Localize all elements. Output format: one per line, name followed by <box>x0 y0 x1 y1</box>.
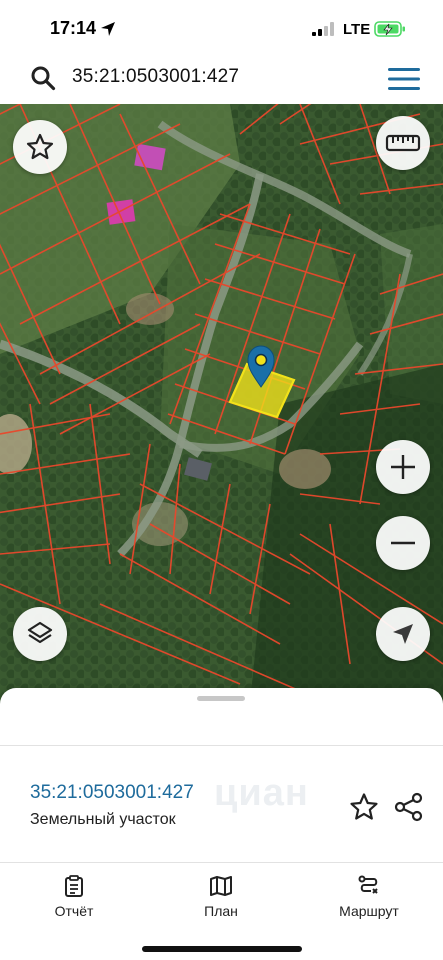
map-plan-icon <box>210 876 232 896</box>
layers-icon <box>27 621 53 644</box>
star-icon[interactable] <box>348 791 380 823</box>
map-view[interactable] <box>0 104 443 704</box>
satellite-map[interactable] <box>0 104 443 704</box>
tab-plan[interactable]: План <box>161 864 281 924</box>
divider <box>0 862 443 863</box>
ruler-button[interactable] <box>376 116 430 170</box>
layers-button[interactable] <box>13 607 67 661</box>
search-bar[interactable]: 35:21:0503001:427 <box>8 57 436 99</box>
status-bar: 17:14 LTE <box>0 0 443 56</box>
tab-route-label: Маршрут <box>339 903 399 919</box>
locate-arrow-icon <box>393 624 413 644</box>
cian-watermark: циан <box>214 772 309 814</box>
tab-report-label: Отчёт <box>54 903 94 919</box>
location-arrow-icon <box>101 22 115 36</box>
route-icon <box>358 875 378 894</box>
tab-route[interactable]: Маршрут <box>309 864 429 924</box>
search-icon[interactable] <box>30 65 56 91</box>
report-clipboard-icon <box>65 875 83 897</box>
home-indicator <box>142 946 302 952</box>
network-type: LTE <box>343 21 371 38</box>
tab-report[interactable]: Отчёт <box>14 864 134 924</box>
parcel-cadastral-number: 35:21:0503001:427 <box>30 782 194 803</box>
zoom-in-icon <box>391 455 415 479</box>
hamburger-menu-icon[interactable] <box>388 67 420 91</box>
tab-plan-label: План <box>204 903 238 919</box>
sheet-drag-handle[interactable] <box>197 696 245 701</box>
signal-icon <box>312 22 334 36</box>
zoom-in-button[interactable] <box>376 440 430 494</box>
bottom-sheet[interactable]: циан 35:21:0503001:427 Земельный участок <box>0 688 443 960</box>
search-input[interactable]: 35:21:0503001:427 <box>72 66 239 88</box>
zoom-out-button[interactable] <box>376 516 430 570</box>
parcel-type: Земельный участок <box>30 811 176 828</box>
screen: 17:14 LTE 35:21:0503001:427 циан 35:21:0… <box>0 0 443 960</box>
locate-me-button[interactable] <box>376 607 430 661</box>
favorite-button[interactable] <box>13 120 67 174</box>
star-icon <box>26 133 54 160</box>
zoom-out-icon <box>391 541 415 545</box>
battery-charging-icon <box>374 21 405 37</box>
ruler-icon <box>385 134 421 152</box>
status-time: 17:14 <box>50 18 97 38</box>
divider <box>0 745 443 746</box>
share-icon[interactable] <box>393 791 425 823</box>
bottom-tab-bar: Отчёт План Маршрут <box>0 864 443 924</box>
